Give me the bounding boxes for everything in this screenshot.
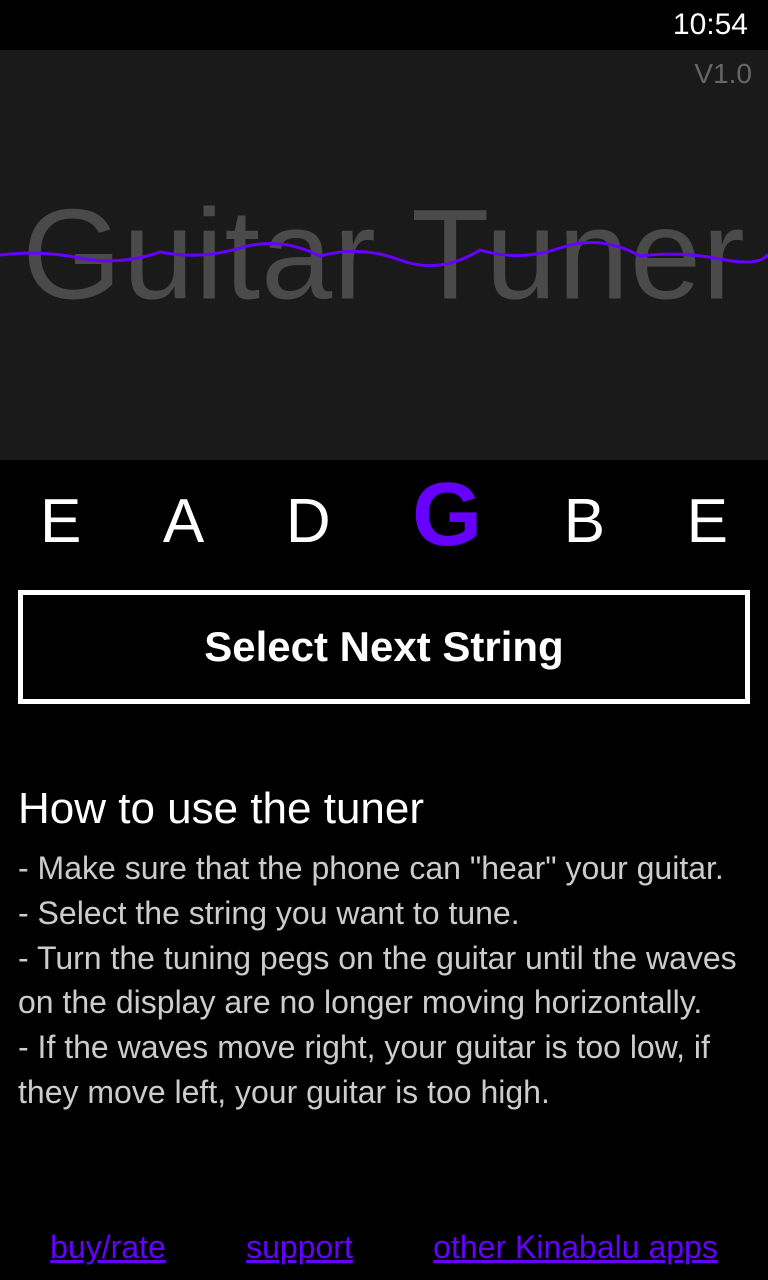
string-e-low[interactable]: E — [40, 484, 81, 560]
status-time: 10:54 — [673, 8, 748, 42]
instructions-section: How to use the tuner - Make sure that th… — [0, 734, 768, 1211]
instructions-text: - Make sure that the phone can "hear" yo… — [18, 846, 750, 1115]
support-link[interactable]: support — [246, 1229, 353, 1266]
app-title: Guitar Tuner — [22, 182, 745, 329]
string-a[interactable]: A — [163, 484, 204, 560]
buy-rate-link[interactable]: buy/rate — [50, 1229, 166, 1266]
instructions-title: How to use the tuner — [18, 784, 750, 834]
instruction-line: - Turn the tuning pegs on the guitar unt… — [18, 936, 750, 1026]
string-g[interactable]: G — [412, 470, 482, 560]
next-button-container: Select Next String — [0, 590, 768, 734]
string-d[interactable]: D — [286, 484, 331, 560]
string-b[interactable]: B — [564, 484, 605, 560]
instruction-line: - Select the string you want to tune. — [18, 891, 750, 936]
status-bar: 10:54 — [0, 0, 768, 50]
instruction-line: - If the waves move right, your guitar i… — [18, 1025, 750, 1115]
other-apps-link[interactable]: other Kinabalu apps — [433, 1229, 718, 1266]
bottom-links: buy/rate support other Kinabalu apps — [0, 1211, 768, 1280]
instruction-line: - Make sure that the phone can "hear" yo… — [18, 846, 750, 891]
version-label: V1.0 — [694, 58, 752, 90]
string-selector: E A D G B E — [0, 460, 768, 590]
waveform-display: V1.0 Guitar Tuner — [0, 50, 768, 460]
select-next-string-button[interactable]: Select Next String — [18, 590, 750, 704]
string-e-high[interactable]: E — [687, 484, 728, 560]
